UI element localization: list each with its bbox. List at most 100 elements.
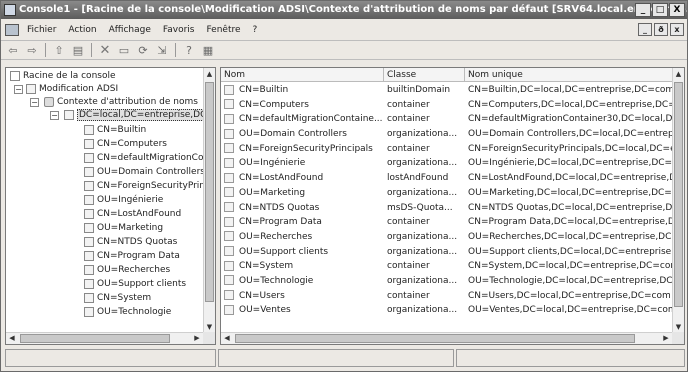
- tree-node-naming-context[interactable]: Contexte d'attribution de noms: [44, 96, 198, 109]
- scroll-up-icon[interactable]: ▲: [673, 68, 684, 80]
- refresh-icon[interactable]: ⟳: [135, 43, 151, 58]
- tree-node-program-data[interactable]: CN=Program Data: [84, 250, 180, 263]
- results-pane[interactable]: Nom Classe Nom unique CN=Builtin builtinD…: [220, 67, 685, 345]
- console-tree-pane[interactable]: Racine de la console − Modification ADSI…: [5, 67, 216, 345]
- folder-icon: [84, 208, 94, 219]
- menu-favoris[interactable]: Favoris: [163, 25, 195, 35]
- column-header-nom-unique[interactable]: Nom unique: [465, 68, 674, 82]
- row-dn: CN=ForeignSecurityPrincipals,DC=local,DC…: [468, 143, 674, 154]
- row-dn: CN=Users,DC=local,DC=entreprise,DC=com: [468, 290, 671, 301]
- menu-help[interactable]: ?: [253, 25, 258, 35]
- list-vertical-scrollbar[interactable]: ▲ ▼: [672, 68, 684, 333]
- tree-node-adsi[interactable]: Modification ADSI: [26, 83, 118, 96]
- close-button[interactable]: X: [669, 3, 685, 17]
- tree-node-foreign-security[interactable]: CN=ForeignSecurityPrin: [84, 180, 205, 193]
- container-icon: [224, 260, 234, 271]
- row-dn: CN=defaultMigrationContainer30,DC=local,…: [468, 114, 674, 125]
- child-window-icon[interactable]: [5, 24, 19, 36]
- folder-icon: [84, 264, 94, 275]
- scroll-left-icon[interactable]: ◀: [221, 333, 233, 344]
- list-horizontal-scrollbar[interactable]: ◀ ▶: [221, 332, 672, 344]
- back-icon[interactable]: ⇦: [5, 43, 21, 58]
- minimize-button[interactable]: _: [635, 3, 651, 17]
- column-header-classe[interactable]: Classe: [384, 68, 465, 82]
- tree-node-computers[interactable]: CN=Computers: [84, 138, 167, 151]
- tree-node-builtin[interactable]: CN=Builtin: [84, 124, 146, 137]
- menu-bar: Fichier Action Affichage Favoris Fenêtre…: [1, 21, 687, 39]
- tree-horizontal-scrollbar[interactable]: ◀ ▶: [6, 332, 203, 344]
- child-restore-button[interactable]: ð: [654, 23, 668, 36]
- tree-node-system[interactable]: CN=System: [84, 292, 151, 305]
- child-close-button[interactable]: x: [670, 23, 684, 36]
- show-hide-tree-icon[interactable]: ▤: [70, 43, 86, 58]
- row-class: lostAndFound: [387, 173, 449, 184]
- list-row[interactable]: CN=System container CN=System,DC=local,DC=…: [221, 259, 674, 274]
- help-icon[interactable]: ?: [181, 43, 197, 58]
- row-class: builtinDomain: [387, 85, 451, 95]
- folder-icon: [10, 70, 20, 81]
- tree-node-marketing[interactable]: OU=Marketing: [84, 222, 163, 235]
- list-row[interactable]: CN=ForeignSecurityPrincipals container CN=…: [221, 142, 674, 157]
- row-dn: CN=LostAndFound,DC=local,DC=entreprise,D…: [468, 173, 674, 184]
- window-title: Console1 - [Racine de la console\Modific…: [19, 4, 687, 15]
- tree-node-root[interactable]: Racine de la console: [10, 70, 116, 83]
- scroll-thumb[interactable]: [205, 82, 214, 302]
- menu-action[interactable]: Action: [68, 25, 96, 35]
- collapse-toggle[interactable]: −: [50, 111, 59, 120]
- tree-vertical-scrollbar[interactable]: ▲ ▼: [203, 68, 215, 333]
- column-header-nom[interactable]: Nom: [221, 68, 384, 82]
- list-row[interactable]: OU=Technologie organizationa... OU=Technol…: [221, 274, 674, 289]
- row-name: CN=ForeignSecurityPrincipals: [239, 143, 373, 154]
- status-bar: [5, 349, 685, 367]
- tree-node-default-migration[interactable]: CN=defaultMigrationCo: [84, 152, 203, 165]
- tree-node-domain-controllers[interactable]: OU=Domain Controllers: [84, 166, 205, 179]
- menu-affichage[interactable]: Affichage: [109, 25, 151, 35]
- scroll-up-icon[interactable]: ▲: [204, 68, 215, 80]
- tree-node-recherches[interactable]: OU=Recherches: [84, 264, 170, 277]
- scroll-thumb[interactable]: [20, 334, 170, 343]
- delete-icon[interactable]: ✕: [97, 43, 113, 58]
- tree-node-domain[interactable]: DC=local,DC=entreprise,DC: [64, 109, 205, 122]
- list-row[interactable]: CN=LostAndFound lostAndFound CN=LostAndFou…: [221, 171, 674, 186]
- collapse-toggle[interactable]: −: [30, 98, 39, 107]
- list-row[interactable]: CN=NTDS Quotas msDS-Quota... CN=NTDS Quota…: [221, 201, 674, 216]
- tree-node-lost-and-found[interactable]: CN=LostAndFound: [84, 208, 181, 221]
- list-row[interactable]: CN=Users container CN=Users,DC=local,DC=en…: [221, 289, 674, 304]
- menu-fichier[interactable]: Fichier: [27, 25, 56, 35]
- forward-icon[interactable]: ⇨: [24, 43, 40, 58]
- export-icon[interactable]: ⇲: [154, 43, 170, 58]
- scroll-thumb[interactable]: [674, 82, 683, 307]
- list-row[interactable]: OU=Recherches organizationa... OU=Recherch…: [221, 230, 674, 245]
- list-row[interactable]: CN=defaultMigrationContaine... container C…: [221, 112, 674, 127]
- menu-fenetre[interactable]: Fenêtre: [206, 25, 240, 35]
- console-app-icon[interactable]: [4, 4, 16, 16]
- list-row[interactable]: OU=Domain Controllers organizationa... OU=…: [221, 127, 674, 142]
- child-minimize-button[interactable]: _: [638, 23, 652, 36]
- list-row[interactable]: OU=Marketing organizationa... OU=Marketing…: [221, 186, 674, 201]
- container-icon: [224, 290, 234, 301]
- row-name: CN=LostAndFound: [239, 173, 324, 184]
- list-row[interactable]: CN=Computers container CN=Computers,DC=loc…: [221, 98, 674, 113]
- up-icon[interactable]: ⇧: [51, 43, 67, 58]
- row-dn: CN=Builtin,DC=local,DC=entreprise,DC=com: [468, 85, 674, 95]
- tree-node-ntds-quotas[interactable]: CN=NTDS Quotas: [84, 236, 177, 249]
- show-hide-action-pane-icon[interactable]: ▦: [200, 43, 216, 58]
- collapse-toggle[interactable]: −: [14, 85, 23, 94]
- container-icon: [224, 172, 234, 183]
- scroll-left-icon[interactable]: ◀: [6, 333, 18, 344]
- title-bar[interactable]: Console1 - [Racine de la console\Modific…: [1, 1, 687, 19]
- tree-node-support-clients[interactable]: OU=Support clients: [84, 278, 186, 291]
- maximize-button[interactable]: □: [652, 3, 668, 17]
- scroll-thumb[interactable]: [235, 334, 635, 343]
- tree-node-technologie[interactable]: OU=Technologie: [84, 306, 171, 319]
- scroll-right-icon[interactable]: ▶: [191, 333, 203, 344]
- scroll-right-icon[interactable]: ▶: [660, 333, 672, 344]
- list-row[interactable]: OU=Ventes organizationa... OU=Ventes,DC=lo…: [221, 303, 674, 318]
- toolbar-separator: [175, 43, 176, 57]
- list-row[interactable]: OU=Support clients organizationa... OU=Sup…: [221, 245, 674, 260]
- list-row[interactable]: OU=Ingénierie organizationa... OU=Ingénier…: [221, 156, 674, 171]
- list-row[interactable]: CN=Program Data container CN=Program Data,…: [221, 215, 674, 230]
- tree-node-ingenierie[interactable]: OU=Ingénierie: [84, 194, 163, 207]
- properties-icon[interactable]: ▭: [116, 43, 132, 58]
- list-row[interactable]: CN=Builtin builtinDomain CN=Builtin,DC=loc…: [221, 83, 674, 98]
